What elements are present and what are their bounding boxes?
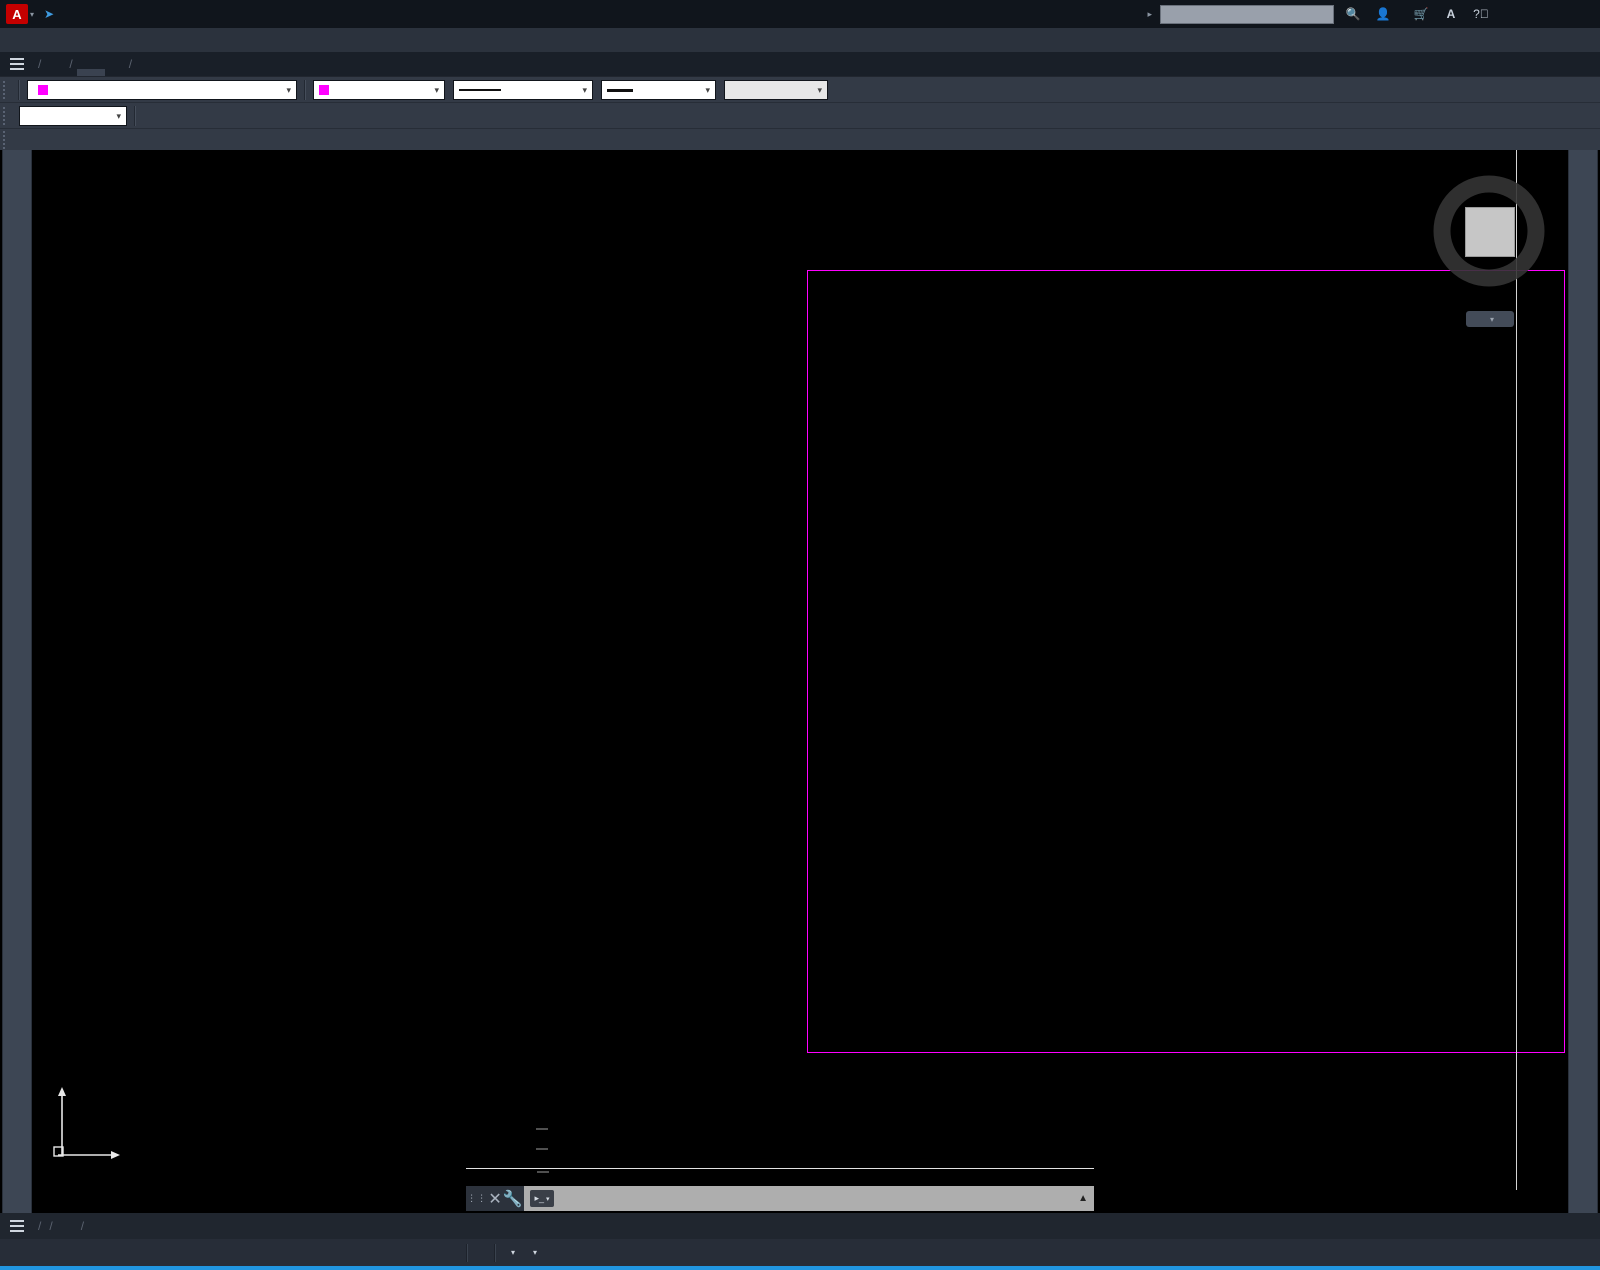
dimension-toolbar: ▾	[0, 102, 1600, 129]
command-scroll-up-icon[interactable]: ▲	[1078, 1193, 1088, 1204]
wcs-dropdown[interactable]: ▾	[1466, 311, 1514, 327]
command-history-line	[537, 1171, 549, 1173]
title-bar: A ▾ ➤ ▸ 🔍 👤 🛒 A ?⃝	[0, 0, 1600, 28]
command-history-line	[536, 1148, 548, 1150]
sheet-boundary-rectangle	[807, 270, 1565, 1053]
toolbar-grip[interactable]	[3, 131, 12, 149]
command-input[interactable]: ▸_ ▾ ▲	[524, 1186, 1094, 1211]
search-icon[interactable]: 🔍	[1342, 4, 1364, 24]
quick-access-toolbar: A ▾ ➤	[0, 4, 62, 24]
toolbar-grip[interactable]	[3, 107, 12, 125]
command-bar-grip[interactable]: ⋮⋮	[467, 1193, 487, 1204]
lineweight-glyph	[607, 88, 633, 92]
tab-menu-icon[interactable]	[0, 52, 34, 76]
tab-separator: /	[128, 57, 133, 71]
window-title	[500, 0, 514, 28]
command-close-icon[interactable]: ✕	[488, 1189, 501, 1209]
layer-dropdown[interactable]: ▾	[27, 80, 297, 100]
cart-icon[interactable]: 🛒	[1410, 4, 1432, 24]
draw-toolbar	[2, 150, 32, 1213]
plotstyle-dropdown: ▾	[724, 80, 828, 100]
autodesk-logo-icon[interactable]: A	[1440, 4, 1462, 24]
tab-separator: /	[69, 57, 73, 71]
status-bar: ▾ ▾	[0, 1239, 1600, 1268]
crosshair-vertical-line	[1516, 150, 1517, 1190]
user-avatar-icon[interactable]: 👤	[1372, 4, 1394, 24]
lineweight-dropdown[interactable]: ▾	[601, 80, 716, 100]
chevron-down-icon[interactable]: ▾	[705, 85, 710, 96]
toolbar-grip[interactable]	[3, 81, 12, 99]
linetype-dropdown[interactable]: ▾	[453, 80, 593, 100]
chevron-down-icon[interactable]: ▾	[1490, 315, 1494, 324]
layer-color-swatch	[38, 85, 48, 95]
command-prompt-icon[interactable]: ▸_ ▾	[530, 1190, 554, 1207]
chevron-down-icon[interactable]: ▾	[582, 85, 587, 96]
viewcube-top-face[interactable]	[1465, 207, 1515, 257]
ucs-icon	[48, 1083, 128, 1173]
autocad-window: { "window": { "app_title": "Autodesk Aut…	[0, 0, 1600, 1270]
linetype-glyph	[459, 89, 501, 91]
standard-toolbar: ▾ ▾ ▾ ▾ ▾	[0, 76, 1600, 103]
collapse-search-icon[interactable]: ▸	[1147, 9, 1152, 20]
search-input[interactable]	[1160, 4, 1334, 24]
layout-tab-bar: / / /	[0, 1213, 1600, 1239]
refedit-toolbar	[0, 128, 1600, 152]
chevron-down-icon[interactable]: ▾	[116, 111, 121, 122]
app-menu-caret-icon[interactable]: ▾	[30, 10, 34, 19]
close-button[interactable]	[1568, 4, 1594, 24]
annotation-scale-button[interactable]: ▾	[500, 1248, 522, 1257]
color-dropdown[interactable]: ▾	[313, 80, 445, 100]
modify-toolbar	[1568, 150, 1598, 1213]
units-button[interactable]: ▾	[522, 1248, 544, 1257]
minimize-button[interactable]	[1500, 4, 1526, 24]
maximize-button[interactable]	[1534, 4, 1560, 24]
autocad-app-icon[interactable]: A	[6, 4, 28, 24]
command-separator	[466, 1168, 1094, 1169]
command-wrench-icon[interactable]: 🔧	[503, 1189, 523, 1209]
command-history-line	[536, 1128, 548, 1130]
tab-separator: /	[38, 57, 42, 71]
tab-document[interactable]	[76, 69, 105, 76]
menu-bar	[0, 28, 1600, 52]
command-bar: ⋮⋮ ✕ 🔧 ▸_ ▾ ▲	[466, 1186, 1094, 1211]
color-swatch	[319, 85, 329, 95]
share-plane-icon[interactable]: ➤	[38, 4, 60, 24]
chevron-down-icon[interactable]: ▾	[286, 85, 291, 96]
file-tab-bar: / / /	[0, 52, 1600, 76]
dimstyle-dropdown[interactable]: ▾	[19, 106, 127, 126]
chevron-down-icon[interactable]: ▾	[434, 85, 439, 96]
help-icon[interactable]: ?⃝	[1470, 4, 1492, 24]
layout-menu-icon[interactable]	[0, 1214, 34, 1238]
